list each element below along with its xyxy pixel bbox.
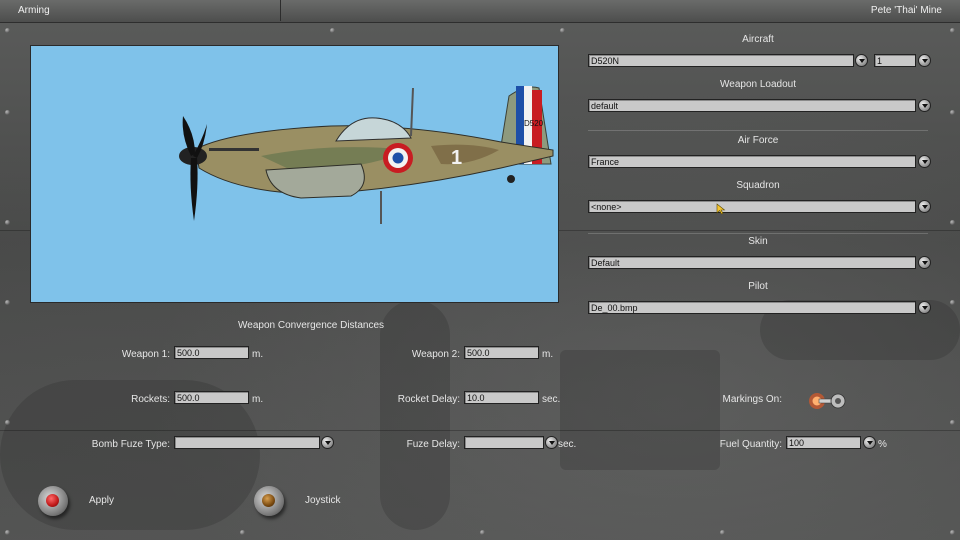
pilot-dropdown-icon[interactable] — [918, 301, 931, 314]
fuze-delay-unit: sec. — [558, 439, 577, 450]
pilot-select[interactable]: De_00.bmp — [588, 301, 916, 314]
weapon2-unit: m. — [542, 349, 554, 360]
rockets-label: Rockets: — [131, 394, 170, 405]
toggle-switch-icon — [809, 393, 846, 409]
background-cart — [560, 350, 720, 470]
tail-code: D520 — [524, 119, 544, 128]
fuel-quantity-select[interactable]: 100 — [786, 436, 861, 449]
apply-button[interactable] — [38, 486, 68, 516]
fuel-quantity-dropdown-icon[interactable] — [863, 436, 876, 449]
divider — [588, 233, 928, 234]
pilot-name: Pete 'Thai' Mine — [870, 5, 942, 16]
aircraft-preview: D520 1 — [30, 45, 559, 303]
joystick-button[interactable] — [254, 486, 284, 516]
rivet — [560, 28, 565, 33]
weapon-loadout-dropdown-icon[interactable] — [918, 99, 931, 112]
joystick-knob-icon — [262, 494, 275, 507]
aircraft-count-select[interactable]: 1 — [874, 54, 916, 67]
skin-dropdown-icon[interactable] — [918, 256, 931, 269]
convergence-heading: Weapon Convergence Distances — [238, 320, 385, 331]
aircraft-select[interactable]: D520N — [588, 54, 854, 67]
divider — [588, 130, 928, 131]
aircraft-count-dropdown-icon[interactable] — [918, 54, 931, 67]
squadron-dropdown-icon[interactable] — [918, 200, 931, 213]
fuselage-number: 1 — [451, 147, 462, 169]
mouse-cursor-icon — [716, 203, 726, 215]
weapon-loadout-label: Weapon Loadout — [720, 79, 796, 90]
rivet — [480, 530, 485, 535]
fuze-delay-select[interactable] — [464, 436, 544, 449]
weapon-loadout-select[interactable]: default — [588, 99, 916, 112]
rivet — [950, 28, 955, 33]
fuel-quantity-label: Fuel Quantity: — [719, 439, 782, 450]
air-force-select[interactable]: France — [588, 155, 916, 168]
tail-wheel — [507, 175, 515, 183]
squadron-label: Squadron — [736, 180, 780, 191]
rivet — [950, 220, 955, 225]
screen-title: Arming — [18, 5, 50, 16]
rivet — [950, 420, 955, 425]
wing — [265, 163, 365, 199]
weapon1-label: Weapon 1: — [121, 349, 170, 360]
bomb-fuze-type-dropdown-icon[interactable] — [321, 436, 334, 449]
apply-knob-icon — [46, 494, 59, 507]
rocket-delay-input[interactable]: 10.0 — [464, 391, 539, 404]
canopy — [335, 117, 412, 142]
propeller-blade — [190, 158, 198, 221]
bomb-fuze-type-label: Bomb Fuze Type: — [91, 439, 170, 450]
markings-toggle[interactable] — [805, 390, 849, 412]
rivet — [720, 530, 725, 535]
rivet — [5, 530, 10, 535]
rivet — [5, 420, 10, 425]
rivet — [5, 28, 10, 33]
weapon2-label: Weapon 2: — [411, 349, 460, 360]
air-force-label: Air Force — [737, 135, 779, 146]
rockets-unit: m. — [252, 394, 264, 405]
rivet — [5, 110, 10, 115]
weapon1-input[interactable]: 500.0 — [174, 346, 249, 359]
weapon1-unit: m. — [252, 349, 264, 360]
bomb-fuze-type-select[interactable] — [174, 436, 320, 449]
roundel-inner — [392, 152, 404, 164]
apply-label[interactable]: Apply — [89, 495, 114, 506]
fuze-delay-label: Fuze Delay: — [406, 439, 460, 450]
aircraft-label: Aircraft — [742, 34, 774, 45]
exhaust — [209, 148, 259, 151]
skin-select[interactable]: Default — [588, 256, 916, 269]
background-figure — [380, 300, 450, 530]
rivet — [240, 530, 245, 535]
rockets-input[interactable]: 500.0 — [174, 391, 249, 404]
panel-seam — [0, 430, 960, 431]
weapon2-input[interactable]: 500.0 — [464, 346, 539, 359]
rivet — [950, 110, 955, 115]
rivet — [5, 300, 10, 305]
title-bar: Arming Pete 'Thai' Mine — [0, 0, 960, 23]
rocket-delay-unit: sec. — [542, 394, 561, 405]
rivet — [950, 300, 955, 305]
rivet — [5, 220, 10, 225]
aircraft-image: D520 1 — [179, 86, 554, 224]
rocket-delay-label: Rocket Delay: — [397, 394, 460, 405]
rivet — [950, 530, 955, 535]
joystick-label[interactable]: Joystick — [305, 495, 341, 506]
markings-label: Markings On: — [722, 394, 782, 405]
squadron-select[interactable]: <none> — [588, 200, 916, 213]
air-force-dropdown-icon[interactable] — [918, 155, 931, 168]
aircraft-dropdown-icon[interactable] — [855, 54, 868, 67]
fuel-quantity-unit: % — [878, 439, 887, 450]
skin-label: Skin — [748, 236, 768, 247]
pilot-label: Pilot — [748, 281, 768, 292]
fuze-delay-dropdown-icon[interactable] — [545, 436, 558, 449]
rivet — [330, 28, 335, 33]
